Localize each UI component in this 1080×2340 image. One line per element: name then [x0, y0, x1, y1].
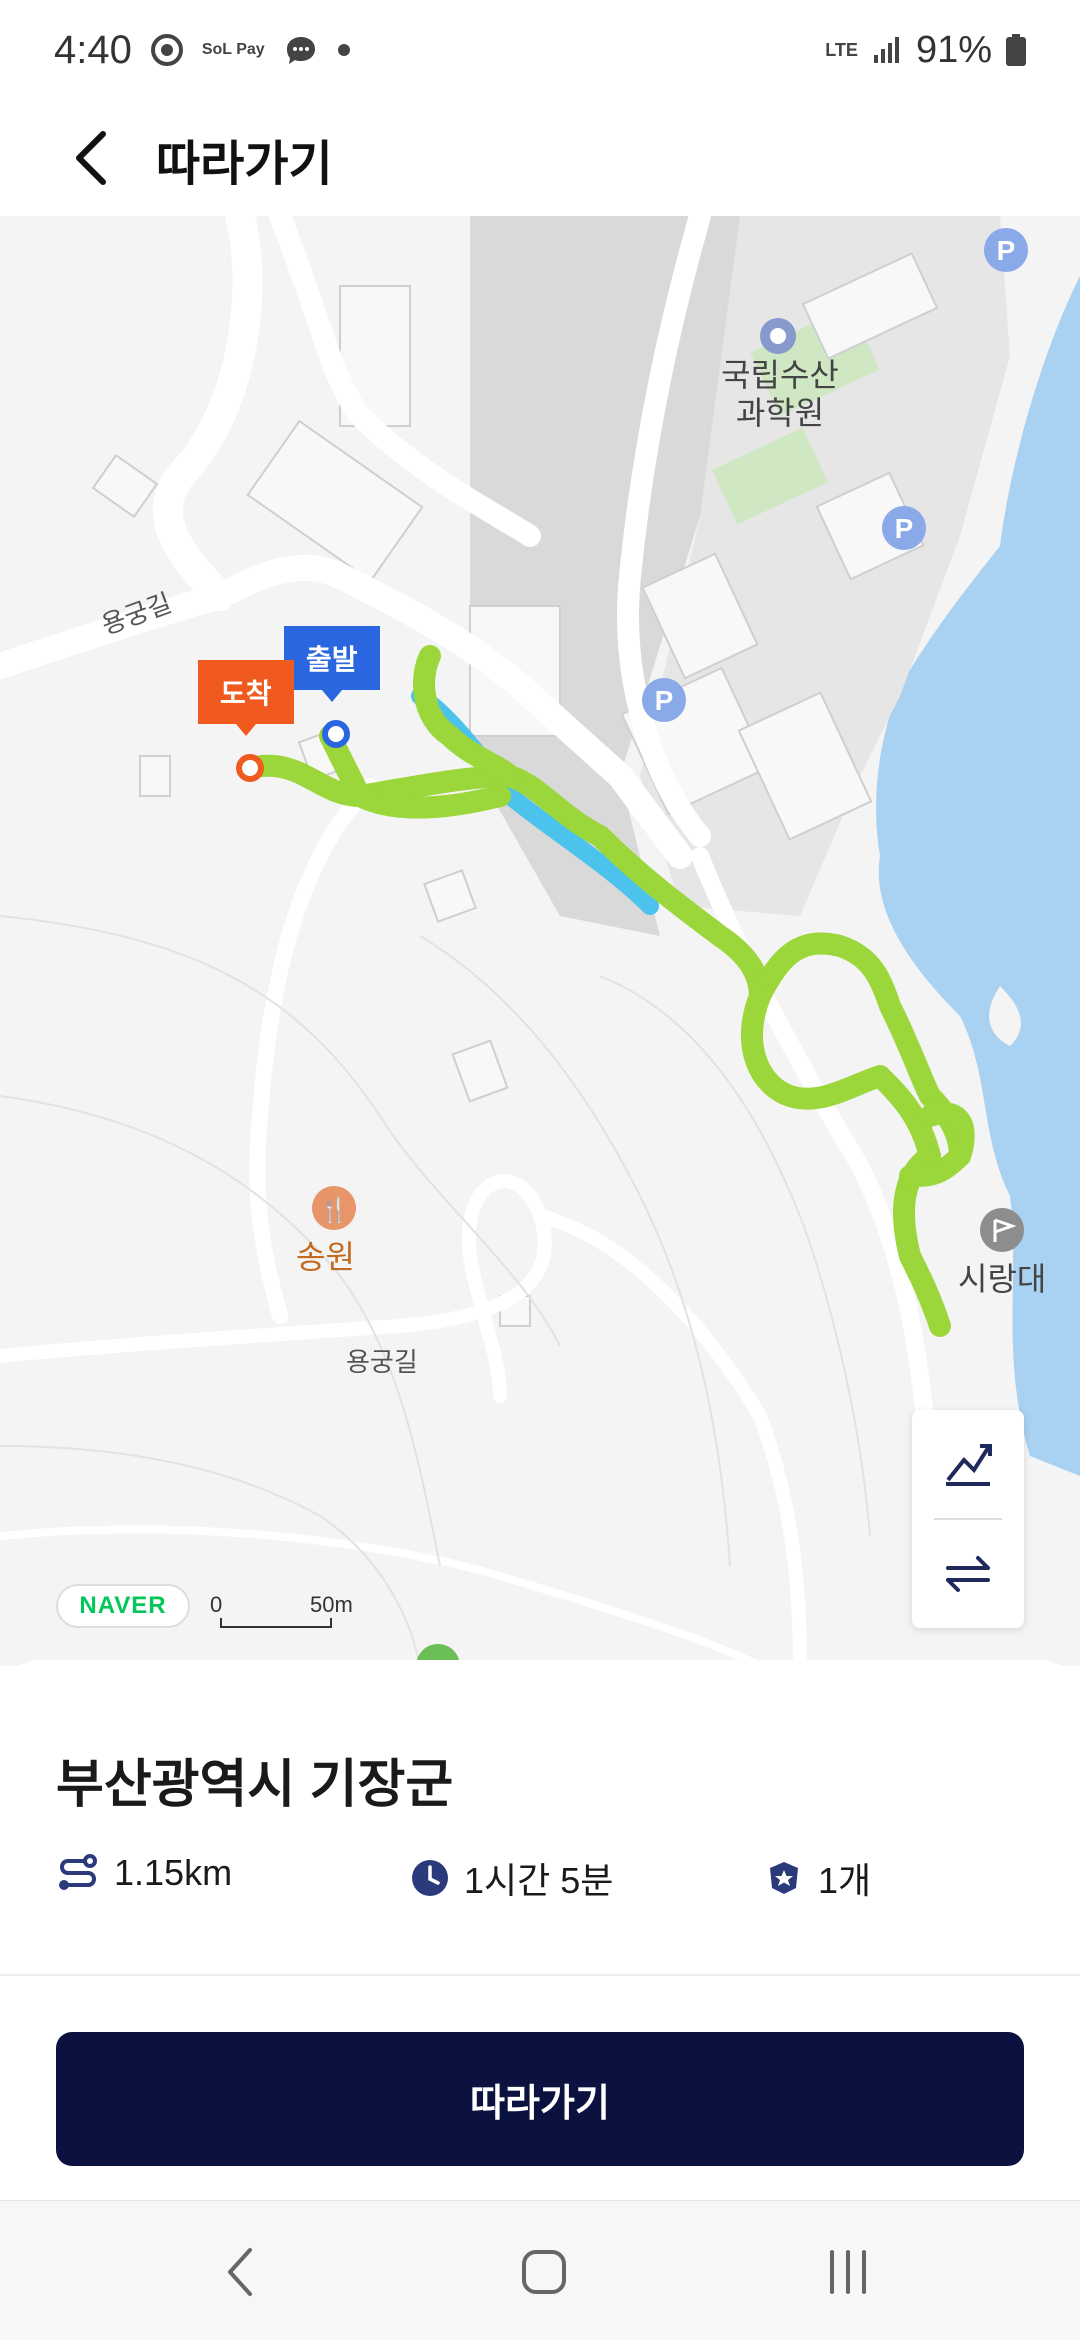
battery-percent: 91%: [915, 28, 992, 71]
recents-nav-button[interactable]: [808, 2237, 888, 2307]
page-title: 따라가기: [156, 138, 333, 191]
duration-value: 1시간 5분: [464, 1860, 614, 1901]
svg-text:P: P: [655, 685, 674, 716]
route-map[interactable]: P P P 🍴 국립수산 과학원 송원 시랑대 용궁길 용궁길 출발 도착 NA…: [0, 216, 1080, 1666]
home-nav-icon: [522, 2250, 566, 2294]
swap-direction-button[interactable]: [912, 1520, 1024, 1628]
status-bar: 4:40 SoL Pay LTE 91%: [0, 0, 1080, 100]
app-header: 따라가기: [0, 100, 1080, 216]
svg-text:P: P: [895, 513, 914, 544]
status-time: 4:40: [54, 27, 132, 72]
end-marker[interactable]: 도착: [198, 660, 294, 736]
stamp-count-value: 1개: [818, 1860, 872, 1901]
back-nav-button[interactable]: [200, 2237, 280, 2307]
status-left: 4:40 SoL Pay: [54, 28, 351, 73]
signal-icon: [872, 35, 902, 65]
scale-bar: [220, 1618, 332, 1628]
distance-stat: 1.15km: [56, 1852, 232, 1894]
restaurant-label[interactable]: 송원: [296, 1232, 355, 1278]
course-sheet: 부산광역시 기장군 1.15km 1시간 5분 1개 따라가기: [0, 1660, 1080, 2200]
lte-icon: LTE: [825, 40, 858, 60]
map-controls: [912, 1410, 1024, 1628]
route-distance-icon: [59, 1854, 97, 1890]
back-nav-icon: [228, 2248, 252, 2296]
swap-direction-icon: [946, 1556, 990, 1592]
clock-icon: [412, 1860, 448, 1896]
follow-button[interactable]: 따라가기: [56, 2032, 1024, 2166]
distance-value: 1.15km: [114, 1852, 233, 1893]
status-right: LTE 91%: [825, 29, 1026, 72]
back-button[interactable]: [56, 118, 126, 198]
viewpoint-label[interactable]: 시랑대: [958, 1254, 1046, 1300]
battery-icon: [1006, 34, 1026, 66]
scale-start-label: 0: [210, 1592, 223, 1617]
map-scale: 0 50m: [210, 1592, 353, 1630]
chat-icon: [283, 33, 319, 67]
naver-logo: NAVER: [56, 1584, 190, 1628]
start-point: [322, 720, 350, 748]
recents-nav-icon: [830, 2250, 866, 2294]
start-marker[interactable]: 출발: [284, 626, 380, 702]
svg-text:P: P: [997, 235, 1016, 266]
chrome-icon: [150, 33, 184, 67]
end-point: [236, 754, 264, 782]
stamp-badge-icon: [770, 1862, 798, 1894]
sheet-divider: [0, 1974, 1080, 1976]
road-label: 용궁길: [346, 1347, 418, 1377]
stamp-stat: 1개: [764, 1852, 871, 1904]
sol-pay-icon: SoL Pay: [201, 41, 265, 58]
region-title: 부산광역시 기장군: [56, 1756, 454, 1814]
elevation-button[interactable]: [912, 1410, 1024, 1518]
system-nav-bar: [0, 2200, 1080, 2340]
home-nav-button[interactable]: [504, 2237, 584, 2307]
notification-dot-icon: [337, 43, 351, 57]
chevron-left-icon: [76, 131, 106, 185]
elevation-chart-icon: [946, 1444, 992, 1486]
scale-end-label: 50m: [310, 1592, 353, 1617]
institute-label: 국립수산 과학원: [721, 357, 839, 431]
duration-stat: 1시간 5분: [410, 1852, 613, 1904]
svg-text:🍴: 🍴: [319, 1196, 349, 1224]
